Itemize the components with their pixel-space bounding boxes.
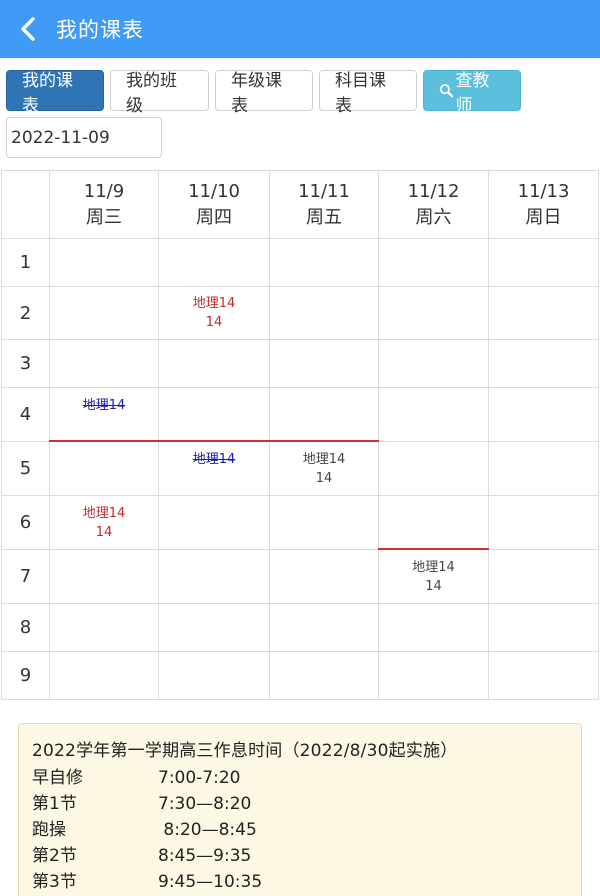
schedule-cell[interactable] [158,387,270,442]
notice-row: 跑操 8:20—8:45 [32,820,257,840]
schedule-cell[interactable] [269,495,379,550]
schedule-cell[interactable] [378,339,489,388]
schedule-cell[interactable] [488,495,599,550]
schedule-cell[interactable] [488,651,599,700]
schedule-cell[interactable] [269,339,379,388]
schedule-cell[interactable] [378,495,489,550]
schedule-cell[interactable]: 地理14 14 [49,495,159,550]
schedule-cell[interactable] [488,387,599,442]
course-entry-cancelled[interactable]: 地理14 [159,450,269,469]
chevron-left-icon [21,17,35,41]
schedule-cell[interactable]: 地理14 14 [269,440,380,496]
schedule-cell[interactable]: 地理14 14 [158,286,270,340]
schedule-cell[interactable] [269,603,379,652]
schedule-cell[interactable] [49,286,159,340]
period-number: 5 [1,441,50,496]
course-entry[interactable]: 地理14 14 [50,504,158,542]
schedule-cell[interactable] [378,441,489,496]
schedule-cell[interactable] [158,339,270,388]
date-input[interactable] [6,117,162,158]
period-number: 3 [1,339,50,388]
page-title: 我的课表 [56,18,144,42]
schedule-cell[interactable] [158,603,270,652]
schedule-cell[interactable] [488,339,599,388]
period-number: 2 [1,286,50,340]
schedule-cell[interactable] [378,286,489,340]
schedule-cell[interactable] [488,549,599,604]
schedule-cell[interactable] [378,387,489,442]
schedule-cell[interactable] [49,549,159,604]
schedule-cell[interactable] [488,286,599,340]
schedule-cell[interactable] [378,603,489,652]
schedule-cell[interactable] [378,238,489,287]
period-number: 8 [1,603,50,652]
schedule-cell[interactable] [158,495,270,550]
schedule-cell[interactable] [49,440,160,496]
corner-cell [1,170,50,239]
period-number: 4 [1,387,50,442]
schedule-cell[interactable] [269,238,379,287]
tab-grade-schedule[interactable]: 年级课表 [215,70,313,116]
day-header[interactable]: 11/12 周六 [378,170,489,239]
schedule-cell[interactable] [269,286,379,340]
period-number: 1 [1,238,50,287]
schedule-cell[interactable]: 地理14 [158,440,271,496]
top-bar: 我的课表 [0,0,600,58]
schedule-table: 11/9 周三 11/10 周四 11/11 周五 11/12 周六 11/13 周日 1… [1,170,599,700]
tab-my-schedule[interactable]: 我的课表 [6,70,104,116]
course-entry-cancelled[interactable]: 地理14 [50,396,158,415]
schedule-cell[interactable] [158,651,270,700]
schedule-cell[interactable] [49,651,159,700]
schedule-cell[interactable] [49,238,159,287]
course-entry[interactable]: 地理14 14 [159,294,269,332]
schedule-cell[interactable] [49,339,159,388]
schedule-cell[interactable] [488,441,599,496]
period-number: 7 [1,549,50,604]
schedule-cell[interactable] [488,238,599,287]
search-teacher-button[interactable]: 查教师 [423,70,521,116]
back-button[interactable] [0,0,56,58]
schedule-cell[interactable] [378,651,489,700]
course-entry[interactable]: 地理14 14 [379,558,488,596]
tab-bar: 我的课表 我的班级 年级课表 科目课表 查教师 [6,70,521,116]
schedule-cell[interactable]: 地理14 14 [378,548,490,604]
course-entry[interactable]: 地理14 14 [270,450,378,488]
tab-my-class[interactable]: 我的班级 [110,70,209,116]
timetable-notice: 2022学年第一学期高三作息时间（2022/8/30起实施） 早自修 7:00-7… [18,723,582,896]
period-number: 6 [1,495,50,550]
schedule-cell[interactable] [269,651,379,700]
notice-row: 第2节 8:45—9:35 [32,846,252,866]
day-header[interactable]: 11/10 周四 [158,170,270,239]
notice-row: 早自修 7:00-7:20 [32,768,241,788]
day-header[interactable]: 11/9 周三 [49,170,159,239]
period-number: 9 [1,651,50,700]
notice-row: 第3节 9:45—10:35 [32,872,263,892]
schedule-cell[interactable] [158,238,270,287]
schedule-cell[interactable] [269,549,379,604]
schedule-cell[interactable] [158,549,270,604]
schedule-cell[interactable] [488,603,599,652]
notice-row: 第1节 7:30—8:20 [32,794,252,814]
tab-subject-schedule[interactable]: 科目课表 [319,70,417,116]
day-header[interactable]: 11/13 周日 [488,170,599,239]
schedule-cell[interactable]: 地理14 [49,387,159,442]
schedule-cell[interactable] [49,603,159,652]
schedule-cell[interactable] [269,387,379,442]
day-header[interactable]: 11/11 周五 [269,170,379,239]
search-icon [439,84,454,98]
notice-title: 2022学年第一学期高三作息时间（2022/8/30起实施） [32,741,458,761]
